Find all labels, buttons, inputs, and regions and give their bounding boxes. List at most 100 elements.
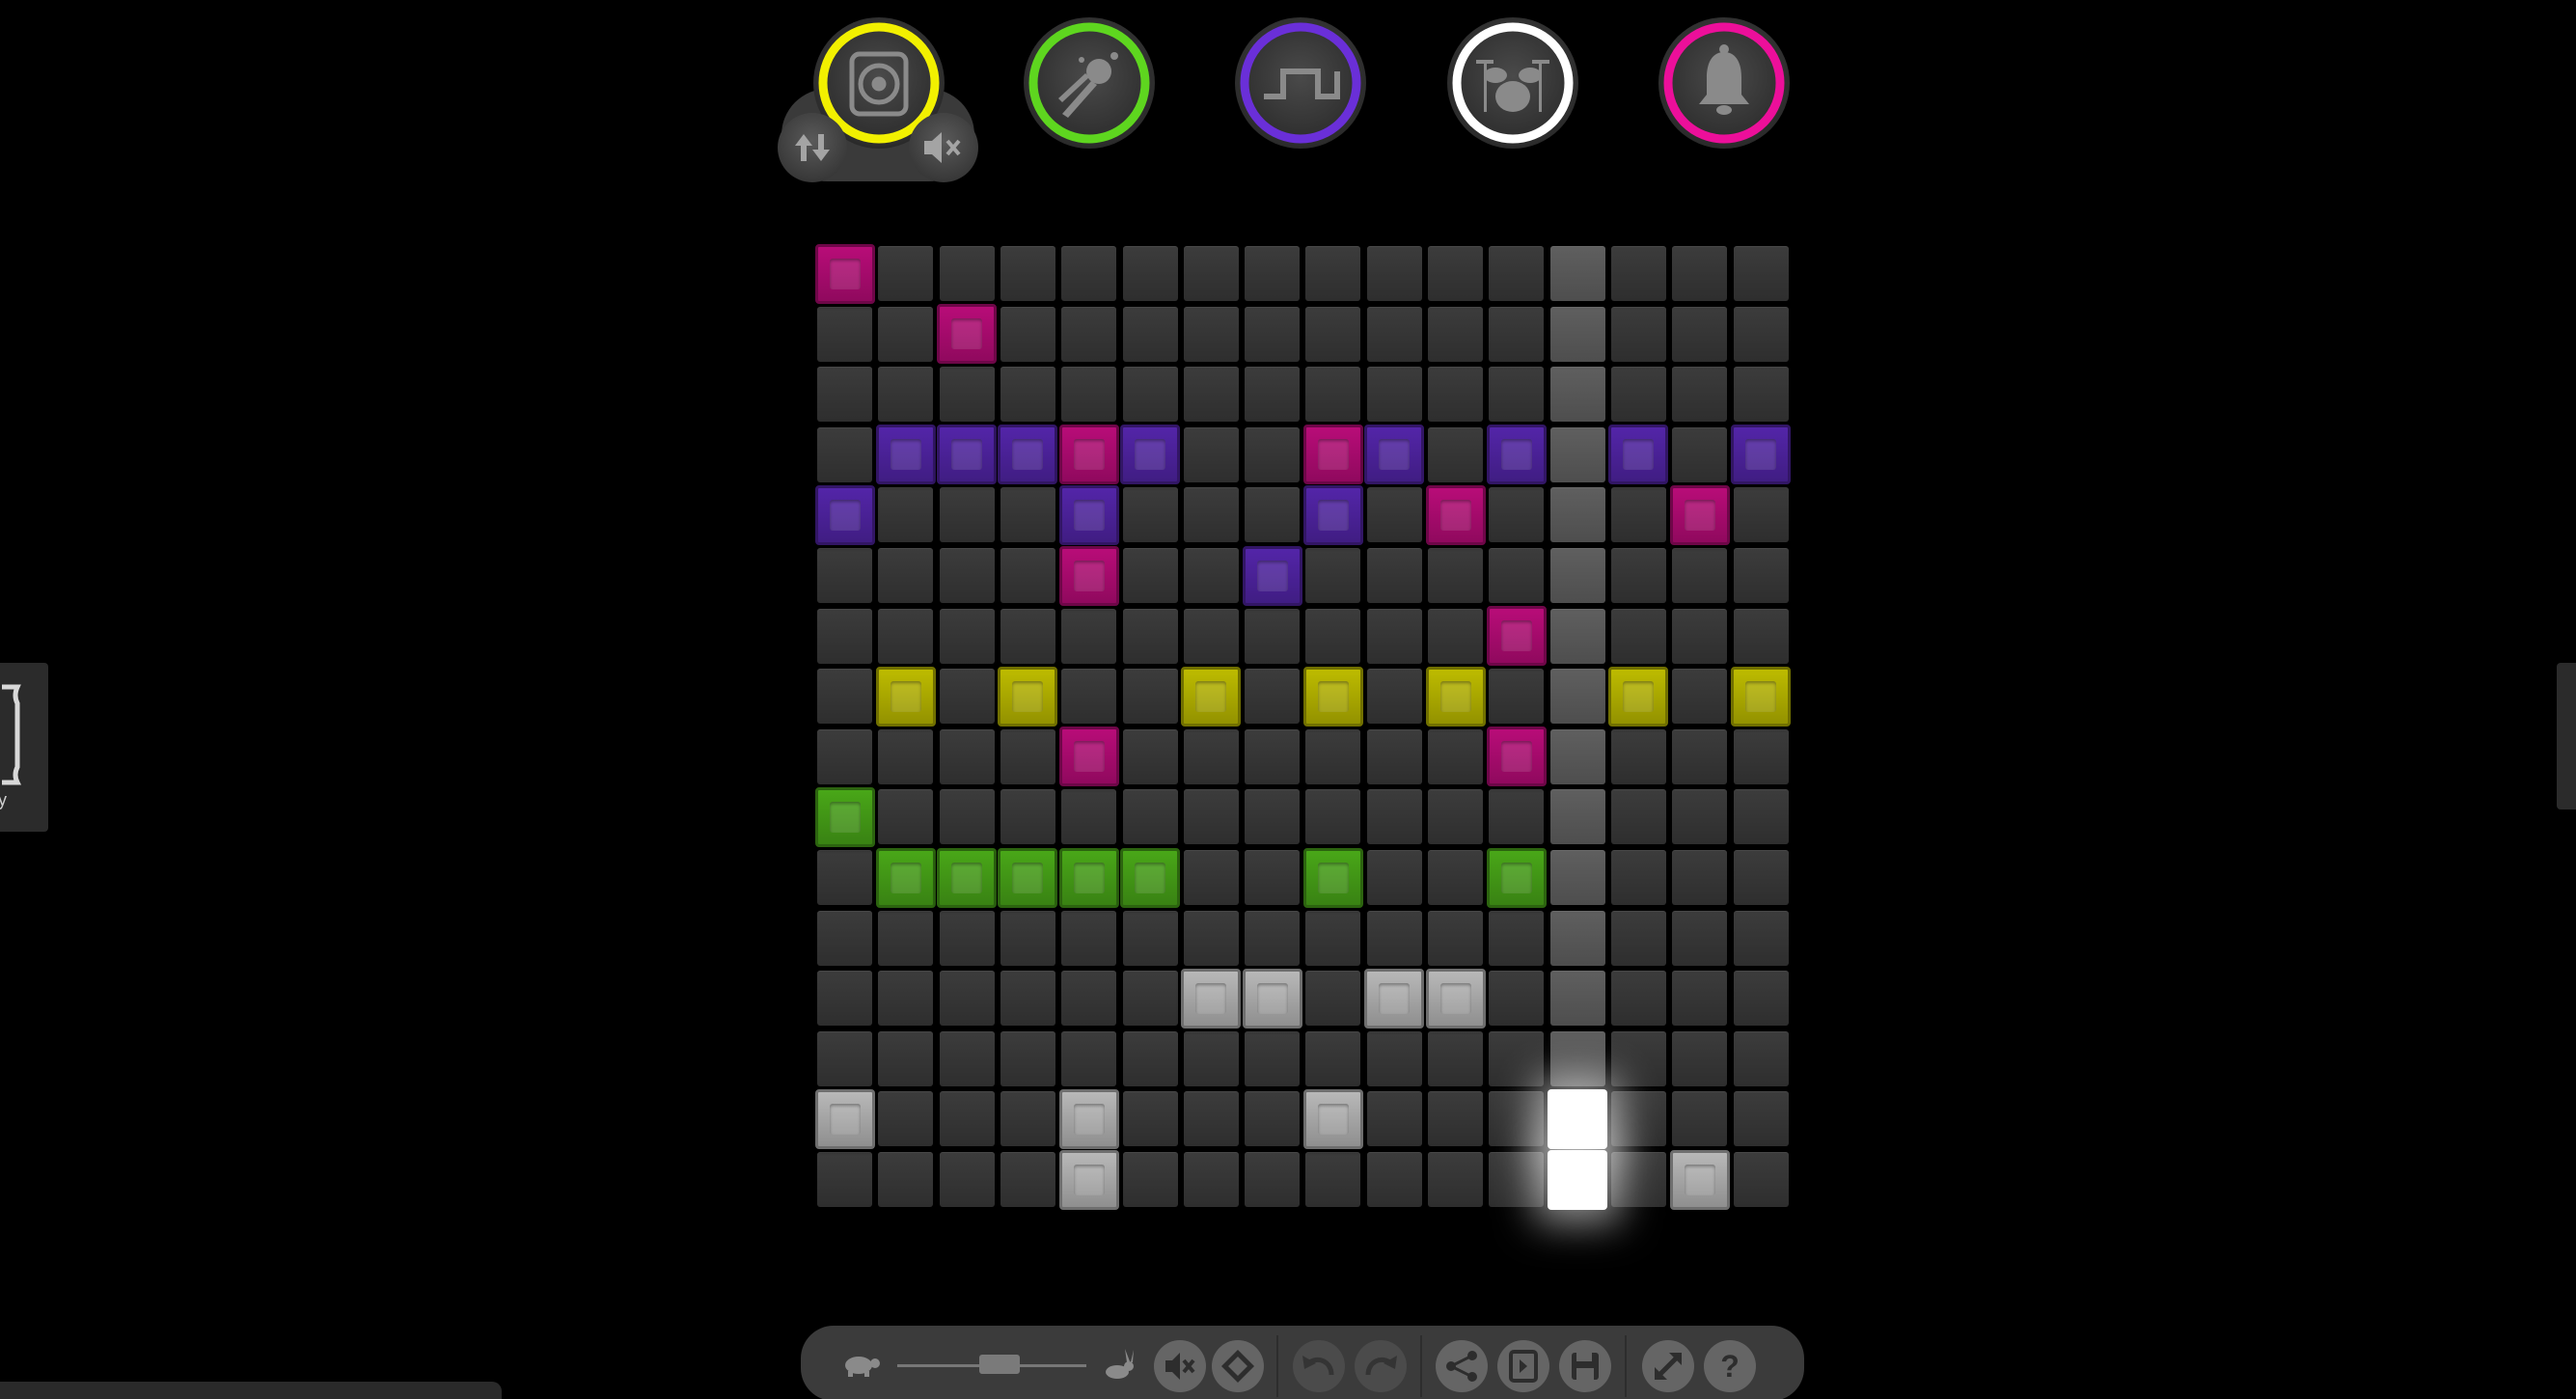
- grid-cell[interactable]: [878, 1152, 934, 1207]
- grid-cell[interactable]: [1000, 367, 1055, 423]
- grid-cell[interactable]: [939, 367, 995, 423]
- grid-cell[interactable]: [1549, 910, 1605, 966]
- grid-cell[interactable]: [1428, 426, 1483, 482]
- grid-cell[interactable]: [1672, 850, 1728, 905]
- note-block[interactable]: [814, 786, 875, 847]
- grid-cell[interactable]: [1733, 548, 1789, 603]
- grid-cell[interactable]: [1549, 548, 1605, 603]
- grid-cell[interactable]: [1610, 367, 1666, 423]
- grid-cell[interactable]: [1245, 789, 1301, 845]
- side-panel-right[interactable]: [2557, 663, 2576, 809]
- grid-cell[interactable]: [1672, 367, 1728, 423]
- grid-cell[interactable]: [939, 1030, 995, 1086]
- grid-cell[interactable]: [1672, 728, 1728, 784]
- grid-cell[interactable]: [1305, 1152, 1361, 1207]
- grid-cell[interactable]: [939, 1091, 995, 1147]
- grid-cell[interactable]: [1610, 971, 1666, 1027]
- note-block[interactable]: [1548, 1088, 1608, 1149]
- grid-cell[interactable]: [817, 367, 872, 423]
- grid-cell[interactable]: [1061, 971, 1117, 1027]
- grid-cell[interactable]: [1061, 789, 1117, 845]
- grid-cell[interactable]: [1245, 487, 1301, 543]
- note-block[interactable]: [1669, 484, 1730, 545]
- grid-cell[interactable]: [939, 1152, 995, 1207]
- grid-cell[interactable]: [1672, 910, 1728, 966]
- share-button[interactable]: [1436, 1340, 1488, 1392]
- grid-cell[interactable]: [1305, 306, 1361, 362]
- grid-cell[interactable]: [878, 487, 934, 543]
- grid-cell[interactable]: [1245, 367, 1301, 423]
- grid-cell[interactable]: [1733, 367, 1789, 423]
- grid-cell[interactable]: [939, 608, 995, 664]
- note-block[interactable]: [1058, 484, 1119, 545]
- grid-cell[interactable]: [1366, 789, 1422, 845]
- grid-cell[interactable]: [1428, 246, 1483, 301]
- grid-cell[interactable]: [1733, 487, 1789, 543]
- note-block[interactable]: [1731, 425, 1791, 485]
- grid-cell[interactable]: [1061, 608, 1117, 664]
- grid-cell[interactable]: [939, 728, 995, 784]
- grid-cell[interactable]: [1305, 1030, 1361, 1086]
- grid-cell[interactable]: [817, 1152, 872, 1207]
- grid-cell[interactable]: [878, 246, 934, 301]
- note-block[interactable]: [1181, 968, 1242, 1029]
- note-block[interactable]: [814, 484, 875, 545]
- grid-cell[interactable]: [1672, 608, 1728, 664]
- grid-cell[interactable]: [1366, 367, 1422, 423]
- grid-cell[interactable]: [939, 487, 995, 543]
- note-block[interactable]: [1608, 666, 1669, 727]
- grid-cell[interactable]: [817, 548, 872, 603]
- grid-cell[interactable]: [1489, 971, 1545, 1027]
- grid-cell[interactable]: [1183, 306, 1239, 362]
- grid-cell[interactable]: [1366, 1091, 1422, 1147]
- note-block[interactable]: [1731, 666, 1791, 727]
- grid-cell[interactable]: [878, 910, 934, 966]
- grid-cell[interactable]: [878, 728, 934, 784]
- grid-cell[interactable]: [1549, 971, 1605, 1027]
- grid-cell[interactable]: [1366, 910, 1422, 966]
- grid-cell[interactable]: [1061, 669, 1117, 725]
- help-button[interactable]: ?: [1704, 1340, 1756, 1392]
- grid-cell[interactable]: [1610, 608, 1666, 664]
- note-block[interactable]: [1058, 727, 1119, 787]
- grid-cell[interactable]: [1245, 1030, 1301, 1086]
- grid-cell[interactable]: [1428, 1091, 1483, 1147]
- grid-cell[interactable]: [1183, 1030, 1239, 1086]
- grid-cell[interactable]: [1122, 1152, 1178, 1207]
- note-block[interactable]: [998, 425, 1058, 485]
- grid-cell[interactable]: [817, 426, 872, 482]
- grid-cell[interactable]: [1122, 728, 1178, 784]
- save-button[interactable]: [1559, 1340, 1611, 1392]
- grid-cell[interactable]: [1672, 971, 1728, 1027]
- export-button[interactable]: [1497, 1340, 1549, 1392]
- grid-cell[interactable]: [1122, 487, 1178, 543]
- grid-cell[interactable]: [878, 548, 934, 603]
- note-block[interactable]: [937, 304, 998, 365]
- grid-cell[interactable]: [878, 367, 934, 423]
- grid-cell[interactable]: [1061, 246, 1117, 301]
- grid-cell[interactable]: [1489, 789, 1545, 845]
- grid-cell[interactable]: [939, 910, 995, 966]
- grid-cell[interactable]: [1000, 548, 1055, 603]
- grid-cell[interactable]: [939, 669, 995, 725]
- grid-cell[interactable]: [1610, 728, 1666, 784]
- grid-cell[interactable]: [817, 306, 872, 362]
- grid-cell[interactable]: [1549, 789, 1605, 845]
- grid-cell[interactable]: [1122, 608, 1178, 664]
- grid-cell[interactable]: [1305, 246, 1361, 301]
- grid-cell[interactable]: [1549, 728, 1605, 784]
- grid-cell[interactable]: [1733, 910, 1789, 966]
- grid-cell[interactable]: [1610, 789, 1666, 845]
- grid-cell[interactable]: [939, 789, 995, 845]
- grid-cell[interactable]: [1122, 548, 1178, 603]
- grid-cell[interactable]: [1122, 789, 1178, 845]
- grid-cell[interactable]: [1428, 728, 1483, 784]
- grid-cell[interactable]: [1061, 306, 1117, 362]
- note-block[interactable]: [1120, 847, 1180, 908]
- grid-cell[interactable]: [1366, 487, 1422, 543]
- grid-cell[interactable]: [1305, 548, 1361, 603]
- note-block[interactable]: [1608, 425, 1669, 485]
- grid-cell[interactable]: [1245, 1152, 1301, 1207]
- note-block[interactable]: [937, 425, 998, 485]
- grid-cell[interactable]: [1672, 306, 1728, 362]
